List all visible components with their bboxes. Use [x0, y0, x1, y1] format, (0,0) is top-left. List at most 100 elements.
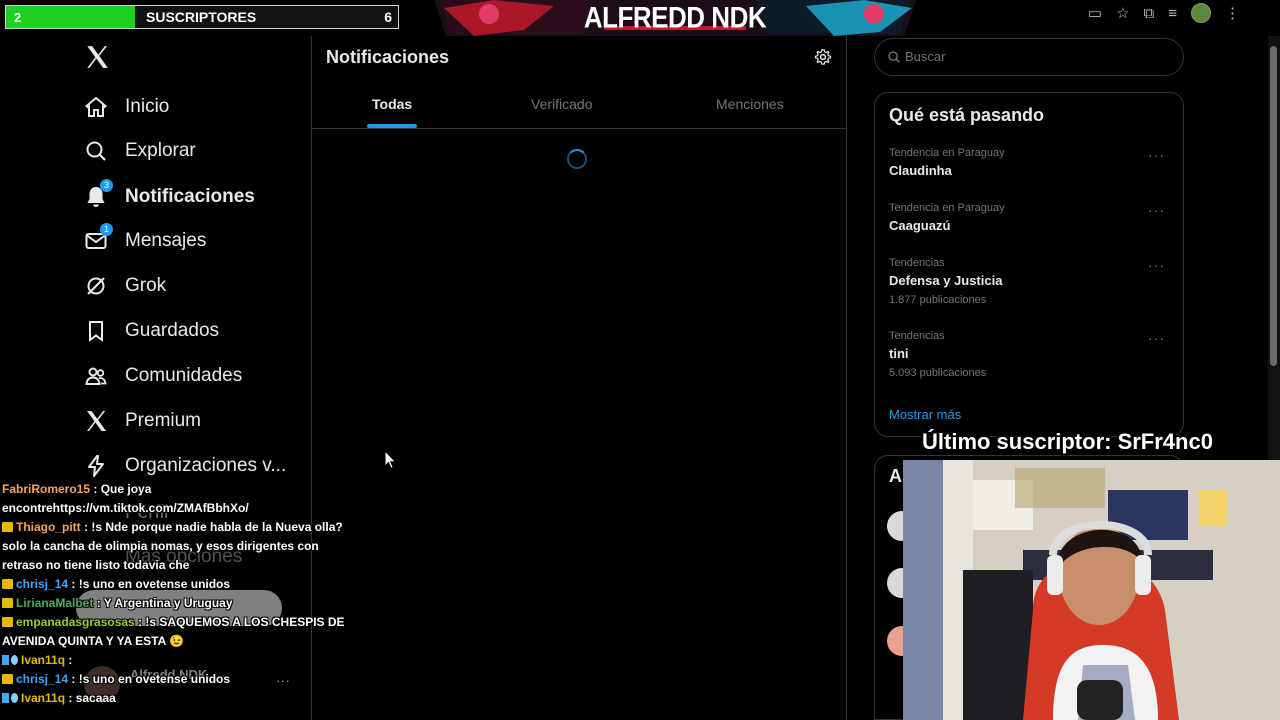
- chat-username: FabriRomero15: [2, 482, 91, 496]
- chat-text: : sacaaa: [65, 691, 116, 705]
- notification-badge: 3: [100, 179, 113, 192]
- sidebar-item-explorar[interactable]: Explorar: [84, 136, 196, 166]
- gear-icon[interactable]: [814, 48, 832, 66]
- x-logo-icon: [84, 409, 108, 433]
- trend-context: Tendencias: [889, 330, 945, 342]
- page-title: Notificaciones: [326, 47, 450, 67]
- sidebar-item-label: Notificaciones: [125, 186, 255, 207]
- column-divider: [846, 36, 847, 720]
- sidebar-item-guardados[interactable]: Guardados: [84, 316, 219, 346]
- trend-context: Tendencia en Paraguay: [889, 202, 1005, 214]
- sidebar-item-grok[interactable]: Grok: [84, 271, 166, 301]
- sidebar-item-organizaciones[interactable]: Organizaciones v...: [84, 451, 286, 481]
- crown-icon: [2, 598, 13, 608]
- envelope-icon: 1: [84, 223, 113, 253]
- people-icon: [84, 364, 108, 388]
- trend-post-count: 5.093 publicaciones: [889, 367, 987, 379]
- moderator-badge-icon: [2, 693, 9, 703]
- trend-name: Caaguazú: [889, 218, 951, 233]
- trends-panel: Qué está pasando Tendencia en Paraguay C…: [874, 92, 1184, 437]
- install-app-icon[interactable]: ▭: [1088, 4, 1102, 22]
- chat-message: Ivan11q : sacaaa: [2, 689, 347, 708]
- sidebar-item-mensajes[interactable]: 1 Mensajes: [84, 223, 207, 256]
- sidebar-item-label: Grok: [125, 275, 167, 296]
- trend-name: Claudinha: [889, 163, 952, 178]
- trend-item[interactable]: Tendencias Defensa y Justicia 1.877 publ…: [889, 257, 1179, 306]
- subscriber-badge-icon: [11, 655, 18, 665]
- bell-icon: 3: [84, 179, 113, 209]
- chat-message: empanadasgrasosas : !s SAQUEMOS A LOS CH…: [2, 613, 347, 651]
- crown-icon: [2, 579, 13, 589]
- banner-title: ALFREDD NDK: [583, 0, 767, 35]
- bookmark-star-icon[interactable]: ☆: [1116, 4, 1129, 22]
- grok-icon: [84, 274, 108, 298]
- chat-message: FabriRomero15 : Que joya encontrehttps:/…: [2, 480, 347, 518]
- tabs-divider: [312, 128, 846, 129]
- menu-icon[interactable]: ⋮: [1225, 4, 1240, 22]
- trends-title: Qué está pasando: [889, 105, 1045, 125]
- sidebar-item-notificaciones[interactable]: 3 Notificaciones: [84, 179, 255, 212]
- chat-username: Ivan11q: [21, 653, 66, 667]
- chat-message: chrisj_14 : !s uno en ovetense unidos: [2, 575, 347, 594]
- sidebar-item-label: Mensajes: [125, 230, 207, 251]
- chat-text: :: [65, 653, 73, 667]
- trend-item[interactable]: Tendencia en Paraguay Claudinha ···: [889, 147, 1179, 178]
- subscriber-goal-current: 2: [14, 10, 22, 25]
- more-dots-icon[interactable]: ···: [1148, 330, 1165, 346]
- tab-verificado[interactable]: Verificado: [531, 96, 592, 112]
- search-icon: [888, 51, 900, 63]
- browser-toolbar: ▭ ☆ ⧉ ≡ ⋮: [1088, 3, 1240, 23]
- sidebar-item-label: Inicio: [125, 96, 170, 117]
- chat-username: LirianaMalbet: [16, 596, 94, 610]
- show-more-link[interactable]: Mostrar más: [889, 407, 961, 422]
- search-icon: [84, 139, 108, 163]
- tab-menciones[interactable]: Menciones: [716, 96, 784, 112]
- trend-post-count: 1.877 publicaciones: [889, 294, 987, 306]
- trend-item[interactable]: Tendencias tini 5.093 publicaciones ···: [889, 330, 1179, 379]
- more-dots-icon[interactable]: ···: [1148, 257, 1165, 273]
- subscriber-goal-fill: [6, 6, 135, 28]
- chat-text: : Y Argentina y Uruguay: [93, 596, 233, 610]
- moderator-badge-icon: [2, 655, 9, 665]
- chat-username: chrisj_14: [16, 672, 69, 686]
- sidebar-item-label: Explorar: [125, 140, 196, 161]
- sidebar-item-comunidades[interactable]: Comunidades: [84, 361, 242, 391]
- subscriber-goal-bar: 2 SUSCRIPTORES 6: [5, 5, 399, 29]
- home-icon: [84, 95, 108, 119]
- webcam-feed: [903, 460, 1280, 720]
- sidebar-item-inicio[interactable]: Inicio: [84, 92, 169, 122]
- sidebar-item-label: Guardados: [125, 320, 220, 341]
- sidebar-item-label: Comunidades: [125, 365, 243, 386]
- trend-item[interactable]: Tendencia en Paraguay Caaguazú ···: [889, 202, 1179, 233]
- search-input[interactable]: [903, 48, 1167, 65]
- subscriber-goal-label: SUSCRIPTORES: [146, 9, 257, 25]
- stream-chat: FabriRomero15 : Que joya encontrehttps:/…: [2, 480, 347, 708]
- last-subscriber-label: Último suscriptor: SrFr4nc0: [922, 429, 1213, 454]
- crown-icon: [2, 522, 13, 532]
- webcam-image: [903, 460, 1280, 720]
- sidebar-item-label: Premium: [125, 410, 202, 431]
- more-dots-icon[interactable]: ···: [1148, 202, 1165, 218]
- chat-message: chrisj_14 : !s uno en ovetense unidos: [2, 670, 347, 689]
- extensions-icon[interactable]: ⧉: [1144, 5, 1155, 22]
- sidebar-item-label: Organizaciones v...: [125, 455, 287, 476]
- crown-icon: [2, 674, 13, 684]
- sidebar-item-premium[interactable]: Premium: [84, 406, 201, 436]
- more-dots-icon[interactable]: ···: [1148, 147, 1165, 163]
- message-badge: 1: [100, 223, 113, 236]
- chat-username: empanadasgrasosas: [16, 615, 135, 629]
- tab-todas[interactable]: Todas: [372, 96, 412, 112]
- chat-username: Ivan11q: [21, 691, 66, 705]
- x-logo-icon[interactable]: [84, 44, 110, 70]
- loading-spinner: [567, 149, 587, 169]
- scrollbar-thumb[interactable]: [1270, 46, 1277, 366]
- who-to-follow-title: A: [889, 466, 902, 486]
- media-icon[interactable]: ≡: [1168, 5, 1177, 22]
- subscriber-badge-icon: [11, 693, 18, 703]
- trend-context: Tendencia en Paraguay: [889, 147, 1005, 159]
- chat-username: Thiago_pitt: [16, 520, 81, 534]
- chat-message: Ivan11q :: [2, 651, 347, 670]
- bookmark-icon: [84, 319, 108, 343]
- profile-avatar[interactable]: [1191, 3, 1211, 23]
- search-box[interactable]: [874, 38, 1184, 76]
